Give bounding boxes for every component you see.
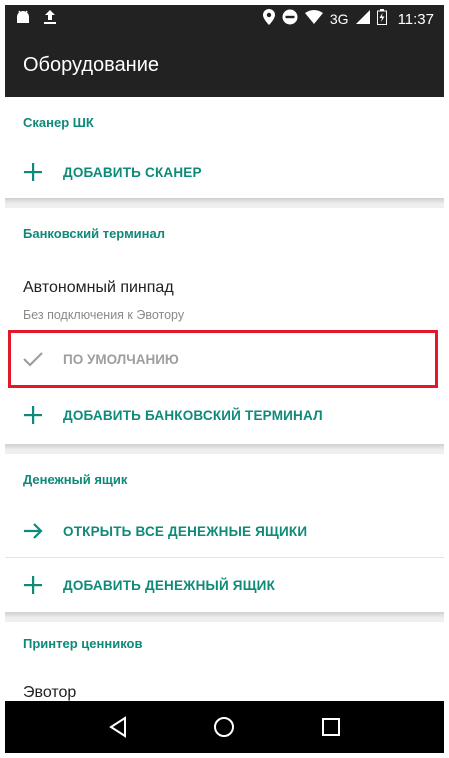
open-all-cash-drawers-label: ОТКРЫТЬ ВСЕ ДЕНЕЖНЫЕ ЯЩИКИ bbox=[63, 523, 308, 539]
plus-icon bbox=[21, 403, 45, 427]
set-default-button[interactable]: ПО УМОЛЧАНИЮ bbox=[5, 336, 444, 382]
status-bar: 3G 11:37 bbox=[5, 5, 444, 33]
bank-terminal-device-name[interactable]: Автономный пинпад bbox=[23, 279, 174, 297]
home-circle-icon[interactable] bbox=[209, 712, 239, 742]
bank-terminal-device-status: Без подключения к Эвотору bbox=[23, 308, 185, 322]
card-divider bbox=[5, 444, 444, 450]
card-divider bbox=[5, 198, 444, 204]
do-not-disturb-icon bbox=[282, 9, 298, 29]
android-notification-icon bbox=[15, 10, 31, 28]
plus-icon bbox=[21, 160, 45, 184]
section-title-scanner: Сканер ШК bbox=[23, 115, 94, 130]
back-triangle-icon[interactable] bbox=[103, 712, 133, 742]
upload-icon bbox=[43, 9, 57, 29]
status-time: 11:37 bbox=[397, 10, 434, 28]
add-scanner-label: ДОБАВИТЬ СКАНЕР bbox=[63, 164, 202, 180]
app-bar: Оборудование bbox=[5, 33, 444, 97]
section-title-cash-drawer: Денежный ящик bbox=[23, 472, 128, 487]
check-icon bbox=[21, 347, 45, 371]
open-all-cash-drawers-button[interactable]: ОТКРЫТЬ ВСЕ ДЕНЕЖНЫЕ ЯЩИКИ bbox=[5, 508, 444, 554]
row-divider bbox=[5, 557, 444, 558]
page-title: Оборудование bbox=[23, 53, 160, 76]
equipment-list[interactable]: Сканер ШК ДОБАВИТЬ СКАНЕР Банковский тер… bbox=[5, 97, 444, 701]
section-title-price-printer: Принтер ценников bbox=[23, 636, 143, 651]
section-title-bank-terminal: Банковский терминал bbox=[23, 226, 166, 241]
add-bank-terminal-label: ДОБАВИТЬ БАНКОВСКИЙ ТЕРМИНАЛ bbox=[63, 407, 323, 423]
network-type: 3G bbox=[329, 11, 349, 27]
battery-icon bbox=[376, 9, 387, 29]
add-bank-terminal-button[interactable]: ДОБАВИТЬ БАНКОВСКИЙ ТЕРМИНАЛ bbox=[5, 392, 444, 438]
default-label: ПО УМОЛЧАНИЮ bbox=[63, 351, 179, 367]
price-printer-card: Принтер ценников Эвотор bbox=[5, 622, 444, 701]
location-icon bbox=[262, 9, 275, 29]
device-screen: 3G 11:37 Оборудование Сканер ШК ДОБАВИТЬ… bbox=[5, 5, 444, 753]
signal-icon bbox=[355, 10, 370, 28]
add-cash-drawer-button[interactable]: ДОБАВИТЬ ДЕНЕЖНЫЙ ЯЩИК bbox=[5, 562, 444, 608]
cash-drawer-card: Денежный ящик ОТКРЫТЬ ВСЕ ДЕНЕЖНЫЕ ЯЩИКИ… bbox=[5, 454, 444, 612]
add-scanner-button[interactable]: ДОБАВИТЬ СКАНЕР bbox=[5, 149, 444, 195]
card-divider bbox=[5, 612, 444, 618]
recents-square-icon[interactable] bbox=[316, 712, 346, 742]
navigation-bar bbox=[5, 701, 444, 753]
scanner-card: Сканер ШК ДОБАВИТЬ СКАНЕР bbox=[5, 97, 444, 198]
price-printer-device-name[interactable]: Эвотор bbox=[23, 684, 76, 701]
bank-terminal-card: Банковский терминал Автономный пинпад Бе… bbox=[5, 208, 444, 444]
add-cash-drawer-label: ДОБАВИТЬ ДЕНЕЖНЫЙ ЯЩИК bbox=[63, 577, 276, 593]
wifi-icon bbox=[304, 10, 323, 28]
arrow-right-icon bbox=[21, 519, 45, 543]
plus-icon bbox=[21, 573, 45, 597]
